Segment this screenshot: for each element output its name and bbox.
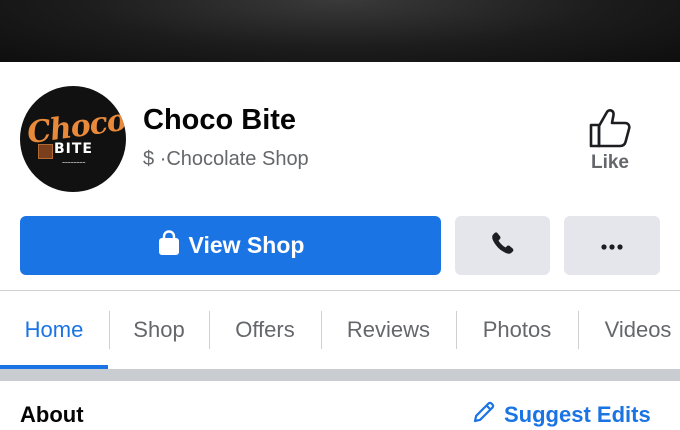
section-divider xyxy=(0,369,680,381)
page-title: Choco Bite xyxy=(143,104,297,136)
phone-icon xyxy=(490,230,516,261)
view-shop-label: View Shop xyxy=(188,232,305,258)
tab-videos[interactable]: Videos xyxy=(579,291,680,369)
suggest-edits-label: Suggest Edits xyxy=(504,402,651,427)
shopping-bag-icon xyxy=(157,230,181,261)
more-options-button[interactable] xyxy=(564,216,660,275)
tab-separator xyxy=(456,311,457,349)
tab-separator xyxy=(109,311,110,349)
pencil-icon xyxy=(472,400,504,430)
tab-offers[interactable]: Offers xyxy=(210,291,320,369)
chocolate-cube-icon xyxy=(38,144,53,159)
tab-photos[interactable]: Photos xyxy=(457,291,577,369)
tab-reviews[interactable]: Reviews xyxy=(322,291,455,369)
about-heading: About xyxy=(20,402,84,427)
tab-separator xyxy=(578,311,579,349)
more-icon xyxy=(601,237,623,255)
thumbs-up-icon xyxy=(578,108,642,148)
call-button[interactable] xyxy=(455,216,550,275)
view-shop-button[interactable]: View Shop xyxy=(20,216,441,275)
tab-separator xyxy=(321,311,322,349)
profile-picture[interactable]: Choco BITE ━━━━━━━━ xyxy=(20,86,126,192)
price-range: $ xyxy=(143,148,155,170)
cover-photo[interactable] xyxy=(0,0,680,62)
tab-home[interactable]: Home xyxy=(0,291,108,369)
tab-separator xyxy=(209,311,210,349)
tab-shop[interactable]: Shop xyxy=(110,291,208,369)
logo-subtitle: BITE xyxy=(54,141,93,157)
category-label: Chocolate Shop xyxy=(166,148,309,170)
suggest-edits-link[interactable]: Suggest Edits xyxy=(472,400,651,430)
like-button[interactable]: Like xyxy=(578,108,642,174)
page-category: $ ·Chocolate Shop xyxy=(143,148,309,171)
like-label: Like xyxy=(590,152,630,173)
logo-tagline-line: ━━━━━━━━ xyxy=(62,160,86,165)
